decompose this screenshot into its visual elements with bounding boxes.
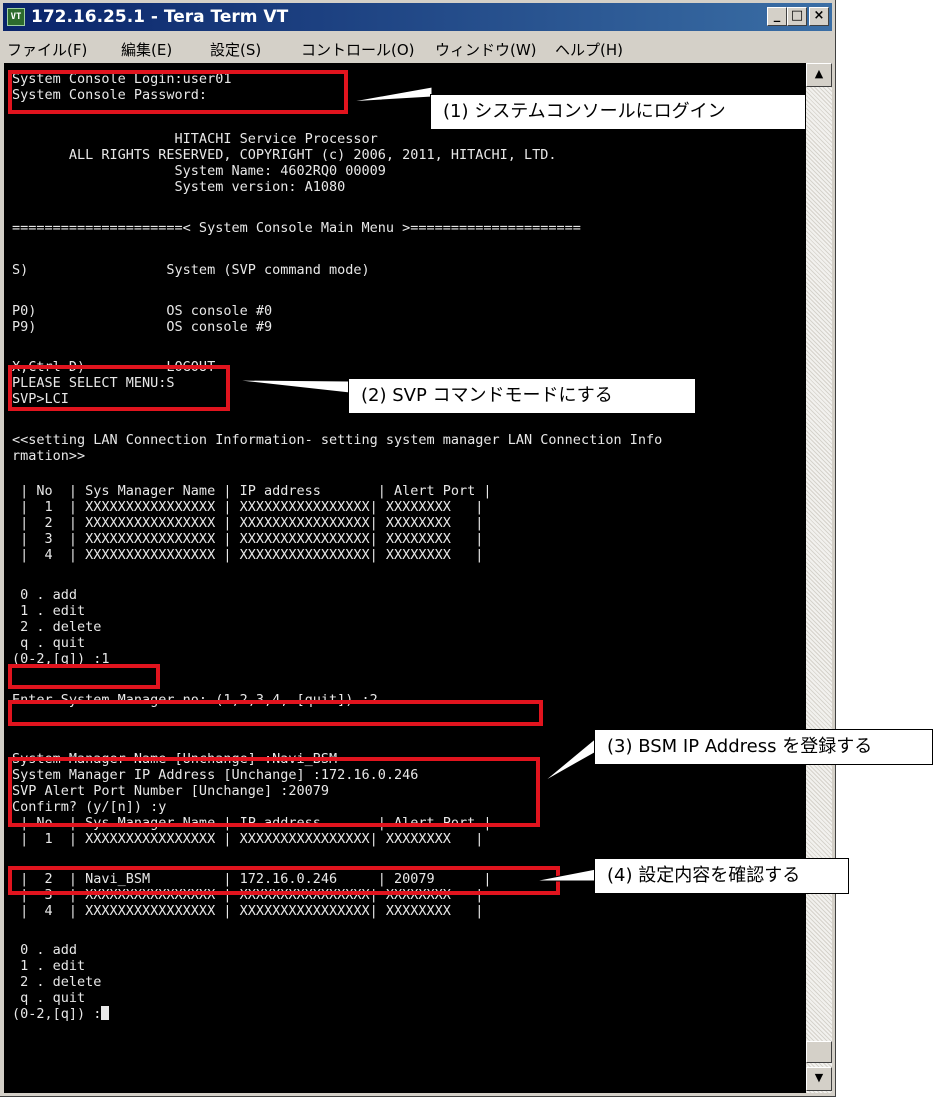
scrollbar-thumb[interactable]	[806, 1041, 832, 1063]
highlight-manager-no	[8, 700, 543, 726]
terminal-line: | 4 | XXXXXXXXXXXXXXXX | XXXXXXXXXXXXXXX…	[12, 547, 484, 563]
terminal-line: | No | Sys Manager Name | IP address | A…	[12, 483, 492, 499]
terminal-line: q . quit	[12, 635, 86, 651]
terminal-line: P9) OS console #9	[12, 319, 273, 335]
callout-login: (1) システムコンソールにログイン	[430, 94, 806, 130]
vertical-scrollbar[interactable]: ▲ ▼	[806, 63, 832, 1093]
terminal-cursor	[101, 1006, 110, 1020]
terminal-line: <<setting LAN Connection Information- se…	[12, 432, 663, 448]
highlight-edit-choice	[8, 664, 160, 689]
callout-svp-mode: (2) SVP コマンドモードにする	[348, 378, 696, 414]
menu-bar: ファイル(F) 編集(E) 設定(S) コントロール(O) ウィンドウ(W) ヘ…	[3, 34, 832, 62]
menu-file[interactable]: ファイル(F)	[7, 39, 87, 60]
highlight-select-menu	[8, 365, 230, 411]
menu-settings[interactable]: 設定(S)	[210, 39, 261, 60]
terminal-line: ALL RIGHTS RESERVED, COPYRIGHT (c) 2006,…	[12, 147, 557, 163]
maximize-button[interactable]: □	[787, 7, 807, 26]
title-bar[interactable]: VT 172.16.25.1 - Tera Term VT _ □ ×	[3, 3, 832, 31]
terminal-line: | 1 | XXXXXXXXXXXXXXXX | XXXXXXXXXXXXXXX…	[12, 831, 484, 847]
terminal-line: 1 . edit	[12, 958, 86, 974]
highlight-manager-input	[8, 757, 540, 827]
callout-register-bsm: (3) BSM IP Address を登録する	[594, 729, 933, 765]
terminal-line: | 3 | XXXXXXXXXXXXXXXX | XXXXXXXXXXXXXXX…	[12, 531, 484, 547]
terminal-line: P0) OS console #0	[12, 303, 273, 319]
terminal-line: | 4 | XXXXXXXXXXXXXXXX | XXXXXXXXXXXXXXX…	[12, 903, 484, 919]
tera-term-window: VT 172.16.25.1 - Tera Term VT _ □ × ファイル…	[0, 0, 836, 1097]
window-title: 172.16.25.1 - Tera Term VT	[31, 7, 289, 27]
terminal-line: 2 . delete	[12, 974, 102, 990]
terminal-prompt-line: (0-2,[q]) :	[12, 1006, 110, 1022]
scroll-up-button[interactable]: ▲	[806, 63, 832, 87]
highlight-login	[8, 70, 348, 114]
terminal-line: rmation>>	[12, 448, 86, 464]
terminal-line: System version: A1080	[12, 179, 346, 195]
terminal-line: 0 . add	[12, 587, 78, 603]
highlight-table-row-2	[8, 866, 560, 895]
tera-term-icon[interactable]: VT	[7, 8, 25, 26]
terminal-screen[interactable]: System Console Login:user01 System Consol…	[4, 63, 806, 1093]
menu-help[interactable]: ヘルプ(H)	[555, 39, 623, 60]
terminal-line: | 1 | XXXXXXXXXXXXXXXX | XXXXXXXXXXXXXXX…	[12, 499, 484, 515]
terminal-line: 0 . add	[12, 942, 78, 958]
terminal-line: HITACHI Service Processor	[12, 131, 378, 147]
terminal-line: =====================< System Console Ma…	[12, 220, 581, 236]
menu-window[interactable]: ウィンドウ(W)	[435, 39, 537, 60]
close-button[interactable]: ×	[809, 7, 829, 26]
terminal-line: System Name: 4602RQ0 00009	[12, 163, 386, 179]
terminal-line: S) System (SVP command mode)	[12, 262, 370, 278]
callout-confirm: (4) 設定内容を確認する	[594, 858, 849, 894]
terminal-line: 2 . delete	[12, 619, 102, 635]
terminal-line: q . quit	[12, 990, 86, 1006]
terminal-line: 1 . edit	[12, 603, 86, 619]
scroll-down-button[interactable]: ▼	[806, 1067, 832, 1091]
minimize-button[interactable]: _	[767, 7, 787, 26]
terminal-line: | 2 | XXXXXXXXXXXXXXXX | XXXXXXXXXXXXXXX…	[12, 515, 484, 531]
menu-control[interactable]: コントロール(O)	[301, 39, 415, 60]
menu-edit[interactable]: 編集(E)	[121, 39, 172, 60]
